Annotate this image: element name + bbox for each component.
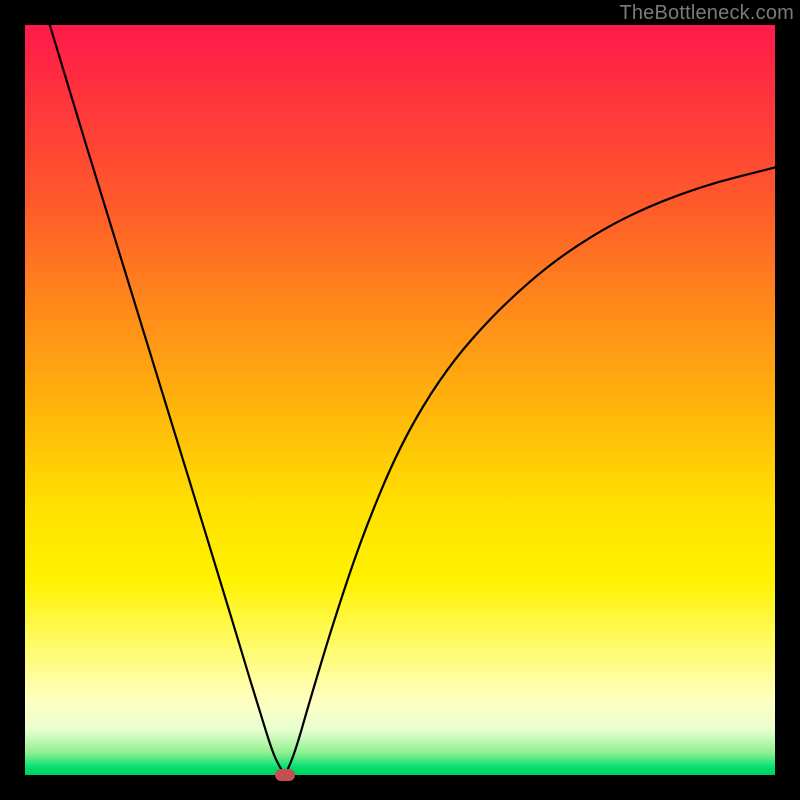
chart-frame: TheBottleneck.com: [0, 0, 800, 800]
plot-background: [25, 25, 775, 775]
minimum-marker: [275, 769, 295, 781]
attribution-label: TheBottleneck.com: [619, 2, 794, 25]
